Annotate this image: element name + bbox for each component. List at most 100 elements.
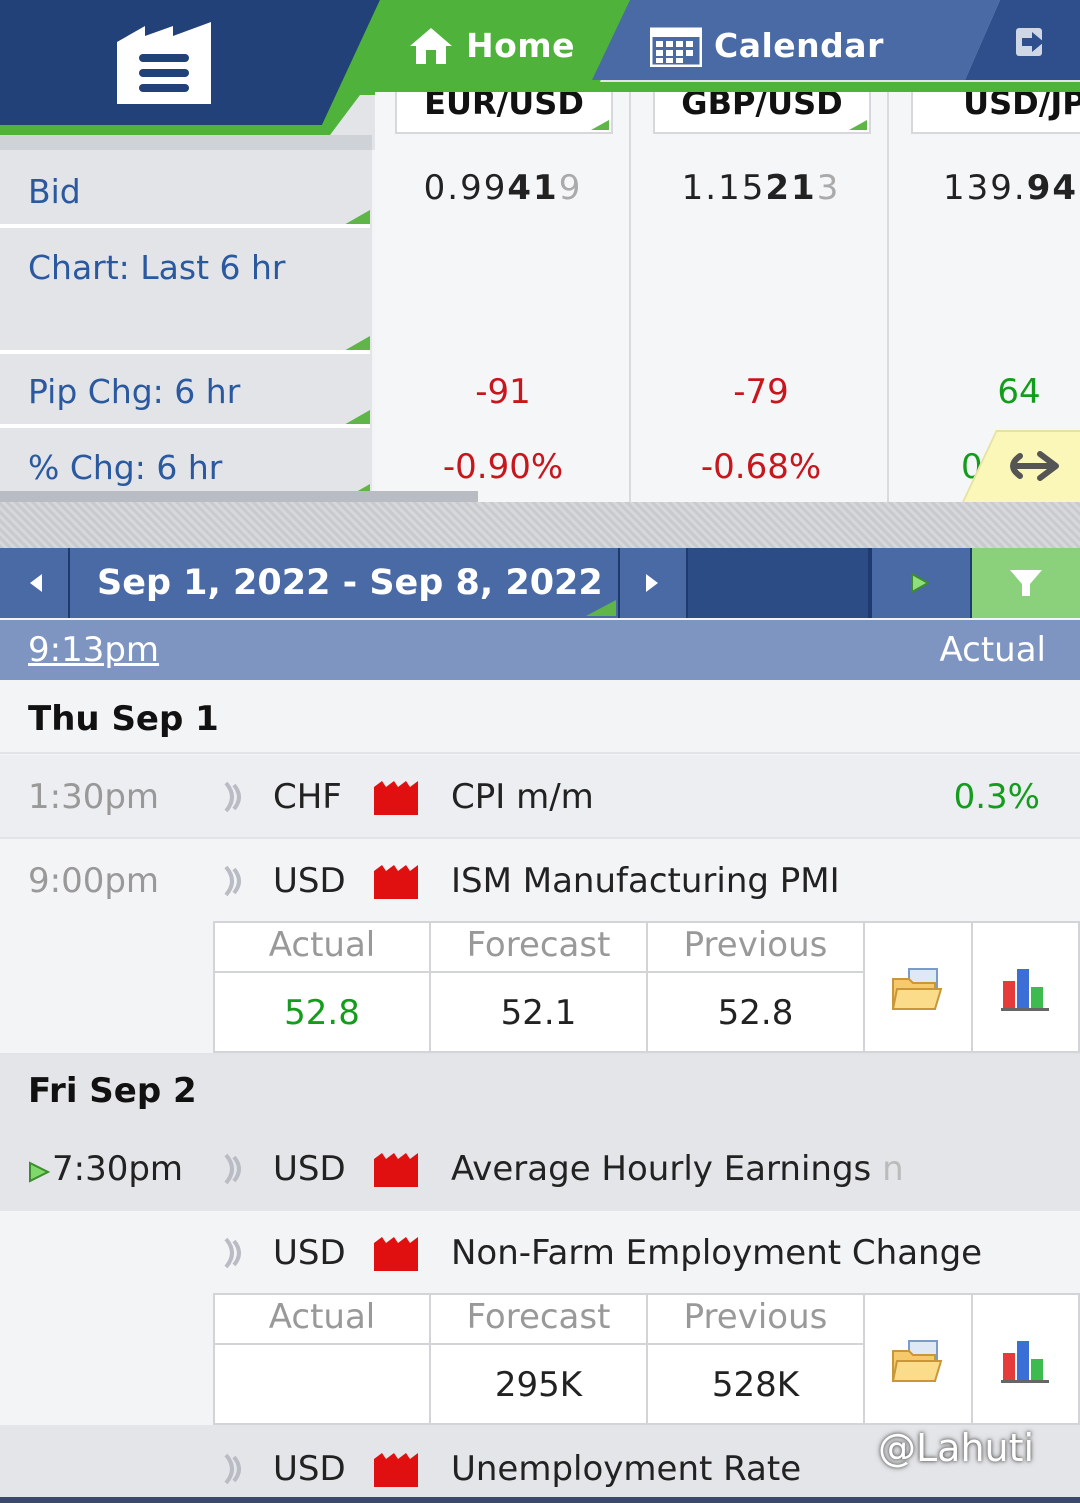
bid-price: 139.94 xyxy=(943,168,1079,208)
candlestick-sparkline xyxy=(891,220,1080,350)
arrow-right-icon xyxy=(962,430,1080,502)
pair-symbol[interactable]: EUR/USD xyxy=(395,92,613,134)
jump-to-now-button[interactable] xyxy=(872,548,970,618)
calendar-icon xyxy=(650,27,702,67)
grid-header-actual: Actual xyxy=(213,921,431,973)
flag-icon xyxy=(374,865,418,899)
tab-calendar-label: Calendar xyxy=(714,26,884,65)
event-detail-grid: Actual Forecast Previous 295K 528K xyxy=(213,1293,1080,1425)
tab-home-label: Home xyxy=(466,26,576,65)
calendar-event[interactable]: 1:30pm CHF CPI m/m 0.3% xyxy=(0,755,1080,837)
bid-price: 0.99419 xyxy=(423,168,583,208)
percent-change: -0.68% xyxy=(700,447,822,487)
next-week-button[interactable] xyxy=(620,548,686,618)
event-details-button[interactable] xyxy=(863,1293,973,1425)
event-name: Non-Farm Employment Change xyxy=(451,1233,983,1273)
time-header-bar: 9:13pm Actual xyxy=(0,620,1080,680)
menu-button[interactable] xyxy=(115,22,215,106)
flag-icon xyxy=(374,781,418,815)
horizontal-scrollbar[interactable] xyxy=(0,491,478,502)
more-pairs-button[interactable] xyxy=(962,430,1080,502)
label-chart: Chart: Last 6 hr xyxy=(28,248,286,287)
flag-icon xyxy=(374,1453,418,1487)
folder-icon xyxy=(891,1340,943,1382)
calendar-event-expanded[interactable]: USD Non-Farm Employment Change Actual Fo… xyxy=(0,1211,1080,1425)
event-time: 7:30pm xyxy=(52,1149,184,1189)
pip-change: -79 xyxy=(733,372,789,412)
grid-header-forecast: Forecast xyxy=(429,1293,648,1345)
pair-column-gbpusd[interactable]: GBP/USD 1.15213 -79 -0.68% xyxy=(633,92,889,502)
flag-icon xyxy=(374,1153,418,1187)
event-currency: CHF xyxy=(273,777,342,817)
event-details-button[interactable] xyxy=(863,921,973,1053)
grid-value-actual xyxy=(213,1343,431,1425)
candlestick-sparkline xyxy=(633,220,889,350)
candlestick-sparkline xyxy=(375,220,631,350)
exit-icon xyxy=(1016,28,1044,56)
home-icon xyxy=(410,27,452,64)
folder-icon xyxy=(891,968,943,1010)
date-range-bar: Sep 1, 2022 - Sep 8, 2022 xyxy=(0,548,1080,618)
sound-icon[interactable] xyxy=(222,1235,248,1271)
calendar-event-expanded[interactable]: 9:00pm USD ISM Manufacturing PMI Actual … xyxy=(0,839,1080,1053)
event-name: Unemployment Rate xyxy=(451,1449,802,1489)
date-bar-spacer xyxy=(688,548,868,618)
bar-chart-icon xyxy=(1001,969,1049,1011)
event-actual: 0.3% xyxy=(953,777,1040,817)
grid-header-previous: Previous xyxy=(646,921,865,973)
panel-divider[interactable] xyxy=(0,502,1080,548)
grid-value-forecast: 295K xyxy=(429,1343,648,1425)
watermark: @Lahuti xyxy=(878,1426,1035,1470)
grid-header-forecast: Forecast xyxy=(429,921,648,973)
pip-change: -91 xyxy=(475,372,531,412)
label-pip-change: Pip Chg: 6 hr xyxy=(28,372,241,411)
date-range-label: Sep 1, 2022 - Sep 8, 2022 xyxy=(97,563,603,603)
bar-chart-icon xyxy=(1001,1341,1049,1383)
sound-icon[interactable] xyxy=(222,779,248,815)
grid-value-forecast: 52.1 xyxy=(429,971,648,1053)
filter-icon xyxy=(1010,570,1042,596)
pair-symbol[interactable]: GBP/USD xyxy=(653,92,871,134)
exit-button[interactable] xyxy=(1014,26,1050,58)
sound-icon[interactable] xyxy=(222,1151,248,1187)
current-time-link[interactable]: 9:13pm xyxy=(28,630,159,670)
label-percent-change: % Chg: 6 hr xyxy=(28,448,223,487)
grid-value-previous: 52.8 xyxy=(646,971,865,1053)
bid-price: 1.15213 xyxy=(681,168,841,208)
event-time: 1:30pm xyxy=(28,777,160,817)
date-range-selector[interactable]: Sep 1, 2022 - Sep 8, 2022 xyxy=(70,548,618,618)
event-name: ISM Manufacturing PMI xyxy=(451,861,840,901)
label-bid: Bid xyxy=(28,172,81,211)
tab-calendar[interactable]: Calendar xyxy=(650,18,884,73)
grid-value-previous: 528K xyxy=(646,1343,865,1425)
event-chart-button[interactable] xyxy=(971,1293,1080,1425)
arrow-left-icon xyxy=(30,574,42,592)
tab-home[interactable]: Home xyxy=(408,18,575,73)
pip-change: 64 xyxy=(997,372,1041,412)
play-icon xyxy=(29,1161,50,1183)
event-time: 9:00pm xyxy=(28,861,160,901)
filter-button[interactable] xyxy=(972,548,1080,618)
day-header: Thu Sep 1 xyxy=(0,683,1080,755)
grid-header-actual: Actual xyxy=(213,1293,431,1345)
sound-icon[interactable] xyxy=(222,863,248,899)
actual-column-header: Actual xyxy=(939,630,1046,670)
pair-column-eurusd[interactable]: EUR/USD 0.99419 -91 -0.90% xyxy=(375,92,631,502)
previous-week-button[interactable] xyxy=(0,548,68,618)
day-header: Fri Sep 2 xyxy=(0,1055,1080,1127)
bottom-edge xyxy=(0,1497,1080,1503)
event-chart-button[interactable] xyxy=(971,921,1080,1053)
event-currency: USD xyxy=(273,861,346,901)
grid-value-actual: 52.8 xyxy=(213,971,431,1053)
event-currency: USD xyxy=(273,1149,346,1189)
pair-symbol[interactable]: USD/JPY xyxy=(911,92,1080,134)
arrow-right-icon xyxy=(646,574,658,592)
quote-labels: Bid Chart: Last 6 hr Pip Chg: 6 hr % Chg… xyxy=(0,150,372,502)
play-icon xyxy=(911,572,931,594)
sound-icon[interactable] xyxy=(222,1451,248,1487)
grid-header-previous: Previous xyxy=(646,1293,865,1345)
event-currency: USD xyxy=(273,1449,346,1489)
event-name: Average Hourly Earnings n xyxy=(451,1149,904,1189)
percent-change: -0.90% xyxy=(442,447,564,487)
calendar-event[interactable]: 7:30pm USD Average Hourly Earnings n xyxy=(0,1127,1080,1211)
